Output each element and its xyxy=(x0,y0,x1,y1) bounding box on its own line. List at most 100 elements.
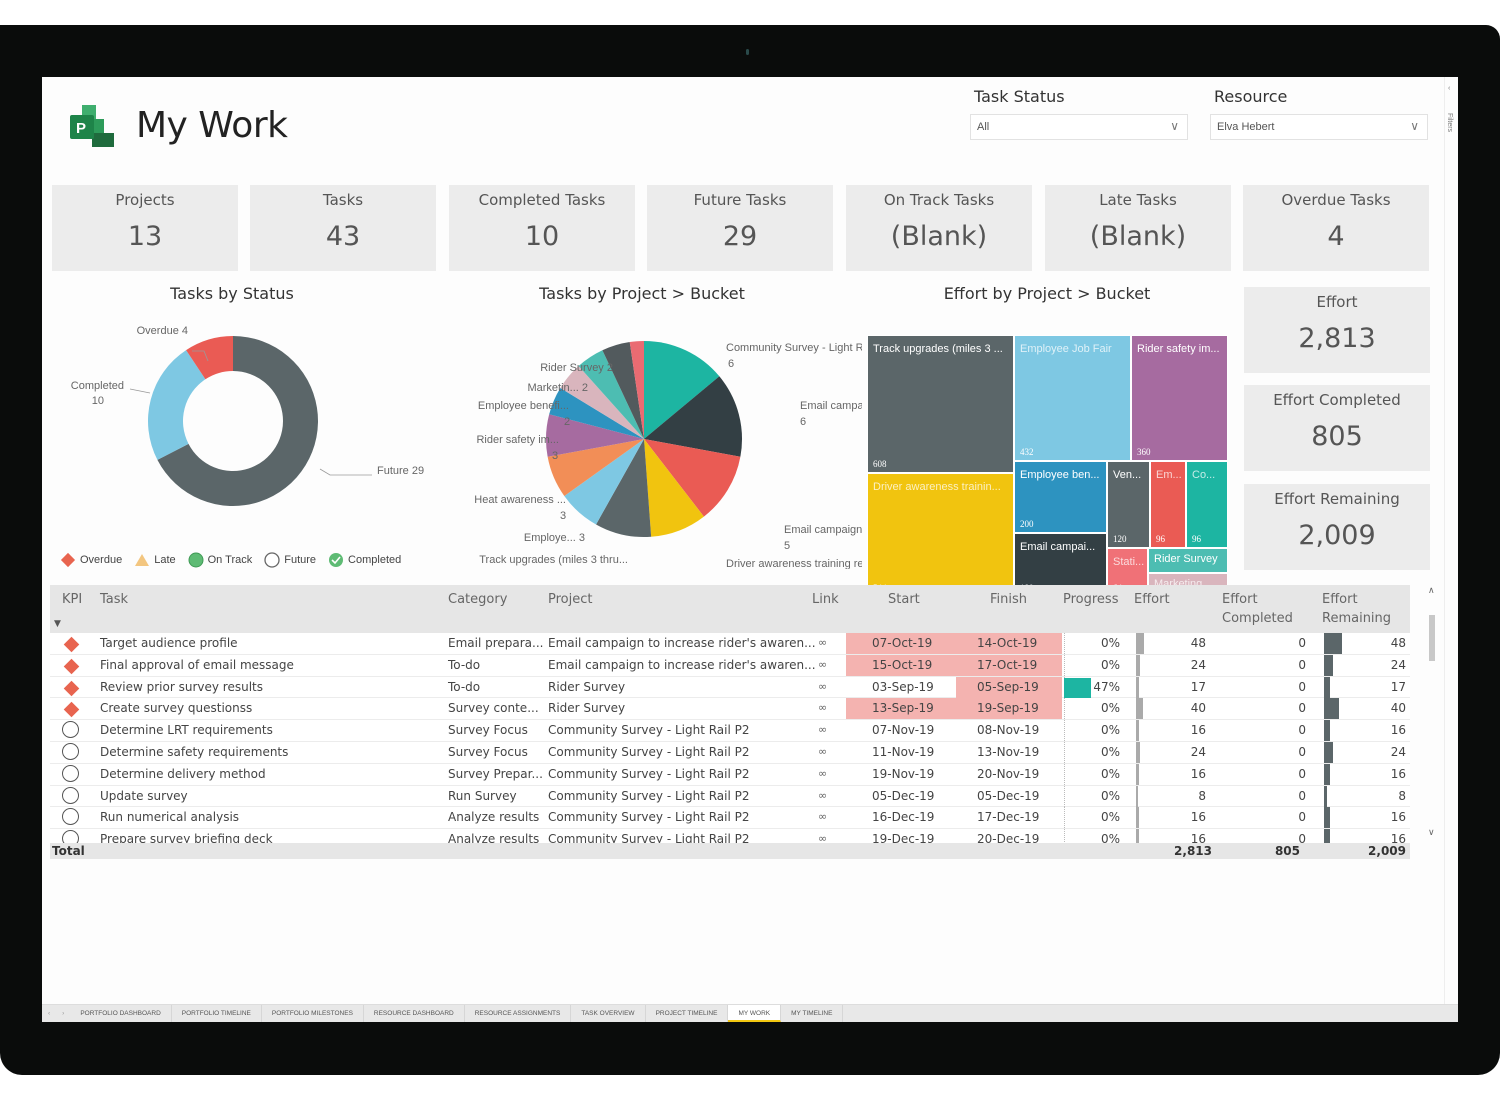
treemap-tile[interactable]: Co... 96 xyxy=(1186,461,1228,548)
tab-my-work[interactable]: MY WORK xyxy=(728,1005,782,1022)
table-row[interactable]: Prepare survey briefing deck Analyze resu… xyxy=(50,829,1410,843)
tab-project-timeline[interactable]: PROJECT TIMELINE xyxy=(646,1005,729,1022)
tab-prev-icon[interactable]: ‹ xyxy=(42,1010,56,1017)
col-effort[interactable]: Effort xyxy=(1134,590,1170,609)
legend-item-completed[interactable]: Completed xyxy=(328,552,401,568)
col-kpi[interactable]: KPI xyxy=(62,590,82,609)
treemap-tile-value: 360 xyxy=(1137,447,1151,457)
tab-resource-dashboard[interactable]: RESOURCE DASHBOARD xyxy=(364,1005,465,1022)
task-finish: 20-Dec-19 xyxy=(977,832,1040,843)
task-name[interactable]: Review prior survey results xyxy=(100,680,263,694)
card-label: Future Tasks xyxy=(693,191,787,209)
col-link[interactable]: Link xyxy=(812,590,839,609)
task-name[interactable]: Create survey questionss xyxy=(100,701,252,715)
treemap-tile-label: Driver awareness trainin... xyxy=(873,481,1001,493)
link-icon[interactable]: ∞ xyxy=(818,723,827,736)
tab-portfolio-milestones[interactable]: PORTFOLIO MILESTONES xyxy=(262,1005,364,1022)
col-start[interactable]: Start xyxy=(888,590,920,609)
treemap-tile[interactable]: Rider Survey xyxy=(1148,548,1228,573)
total-label: Total xyxy=(52,844,85,858)
link-icon[interactable]: ∞ xyxy=(818,789,827,802)
card-value: (Blank) xyxy=(890,221,988,252)
task-name[interactable]: Determine LRT requirements xyxy=(100,723,273,737)
col-effort-remaining[interactable]: Effort Remaining xyxy=(1322,590,1402,628)
task-name[interactable]: Prepare survey briefing deck xyxy=(100,832,273,843)
tab-portfolio-timeline[interactable]: PORTFOLIO TIMELINE xyxy=(172,1005,262,1022)
tab-next-icon[interactable]: › xyxy=(56,1010,70,1017)
task-name[interactable]: Determine safety requirements xyxy=(100,745,288,759)
link-icon[interactable]: ∞ xyxy=(818,636,827,649)
kpi-overdue-diamond-icon xyxy=(62,636,80,653)
scrollbar-thumb[interactable] xyxy=(1429,615,1435,661)
table-row[interactable]: Run numerical analysis Analyze results Com… xyxy=(50,807,1410,830)
task-category: To-do xyxy=(448,679,481,694)
col-effort-completed[interactable]: Effort Completed xyxy=(1222,590,1302,628)
resource-dropdown[interactable]: Elva Hebert ∨ xyxy=(1210,114,1428,140)
tab-portfolio-dashboard[interactable]: PORTFOLIO DASHBOARD xyxy=(70,1005,172,1022)
task-name[interactable]: Run numerical analysis xyxy=(100,810,239,824)
legend-item-on-track[interactable]: On Track xyxy=(188,552,252,568)
task-effort: 16 xyxy=(1190,723,1206,738)
filters-pane[interactable]: ‹ Filters xyxy=(1444,77,1458,1022)
table-row[interactable]: Final approval of email message To-do Emai… xyxy=(50,654,1410,677)
link-icon[interactable]: ∞ xyxy=(818,810,827,823)
treemap-tile[interactable]: Employee Job Fair 432 xyxy=(1014,335,1131,461)
table-row[interactable]: Create survey questionss Survey conte... R… xyxy=(50,698,1410,721)
tab-resource-assignments[interactable]: RESOURCE ASSIGNMENTS xyxy=(465,1005,572,1022)
link-icon[interactable]: ∞ xyxy=(818,658,827,671)
pie-data-label: Email campaign to i... xyxy=(784,524,862,536)
link-icon[interactable]: ∞ xyxy=(818,745,827,758)
pie-data-label: Email campaign t... xyxy=(800,400,862,412)
col-progress[interactable]: Progress xyxy=(1063,590,1118,609)
table-scrollbar[interactable]: ∧ ∨ xyxy=(1426,585,1438,855)
effort-bar xyxy=(1136,763,1139,785)
treemap-tile[interactable]: Em... 96 xyxy=(1150,461,1186,548)
task-name[interactable]: Determine delivery method xyxy=(100,767,266,781)
page-tabs: ‹ › PORTFOLIO DASHBOARD PORTFOLIO TIMELIN… xyxy=(42,1004,1458,1022)
table-row[interactable]: Update survey Run Survey Community Survey … xyxy=(50,785,1410,808)
treemap-tile[interactable]: Ven... 120 xyxy=(1107,461,1150,548)
legend-item-late[interactable]: Late xyxy=(134,553,176,567)
pie-data-label: Rider Survey 2 xyxy=(540,362,613,374)
task-effort: 8 xyxy=(1198,788,1206,803)
task-name[interactable]: Final approval of email message xyxy=(100,658,294,672)
effort-remaining-bar xyxy=(1324,785,1327,807)
treemap-tile[interactable]: Rider safety im... 360 xyxy=(1131,335,1228,461)
treemap-tile[interactable]: Track upgrades (miles 3 ... 608 xyxy=(867,335,1014,473)
task-effort-completed: 0 xyxy=(1298,744,1306,759)
treemap-tile-label: Em... xyxy=(1156,469,1182,481)
scroll-down-icon[interactable]: ∨ xyxy=(1428,827,1435,838)
table-row[interactable]: Determine LRT requirements Survey Focus Co… xyxy=(50,720,1410,742)
table-row[interactable]: Target audience profile Email prepara... E… xyxy=(50,633,1410,655)
pie-data-value: 2 xyxy=(564,416,570,428)
table-row[interactable]: Determine safety requirements Survey Focu… xyxy=(50,741,1410,764)
sort-arrow-icon[interactable]: ▼ xyxy=(54,615,61,634)
kpi-future-circle-icon xyxy=(62,742,79,760)
link-icon[interactable]: ∞ xyxy=(818,832,827,843)
task-effort: 40 xyxy=(1190,701,1206,716)
link-icon[interactable]: ∞ xyxy=(818,767,827,780)
col-category[interactable]: Category xyxy=(448,590,507,609)
link-icon[interactable]: ∞ xyxy=(818,680,827,693)
scroll-up-icon[interactable]: ∧ xyxy=(1428,585,1435,596)
tab-my-timeline[interactable]: MY TIMELINE xyxy=(781,1005,844,1022)
col-finish[interactable]: Finish xyxy=(990,590,1027,609)
legend-item-overdue[interactable]: Overdue xyxy=(60,552,122,568)
table-row[interactable]: Review prior survey results To-do Rider Su… xyxy=(50,676,1410,699)
table-row[interactable]: Determine delivery method Survey Prepar..… xyxy=(50,763,1410,786)
col-task[interactable]: Task xyxy=(100,590,128,609)
link-icon[interactable]: ∞ xyxy=(818,701,827,714)
donut-slice-completed[interactable] xyxy=(148,350,206,460)
legend-item-future[interactable]: Future xyxy=(264,552,316,568)
donut-data-label: Completed 10 xyxy=(71,380,124,407)
tab-task-overview[interactable]: TASK OVERVIEW xyxy=(571,1005,646,1022)
task-name[interactable]: Update survey xyxy=(100,789,188,803)
task-effort-remaining: 48 xyxy=(1390,636,1406,650)
collapse-arrow-icon[interactable]: ‹ xyxy=(1448,85,1450,92)
task-status-dropdown[interactable]: All ∨ xyxy=(970,114,1188,140)
treemap-tile[interactable]: Driver awareness trainin...544 xyxy=(867,473,1014,597)
task-name[interactable]: Target audience profile xyxy=(100,636,238,650)
treemap-tile[interactable]: Employee ben... 200 xyxy=(1014,461,1107,533)
task-effort: 24 xyxy=(1190,657,1206,672)
col-project[interactable]: Project xyxy=(548,590,592,609)
